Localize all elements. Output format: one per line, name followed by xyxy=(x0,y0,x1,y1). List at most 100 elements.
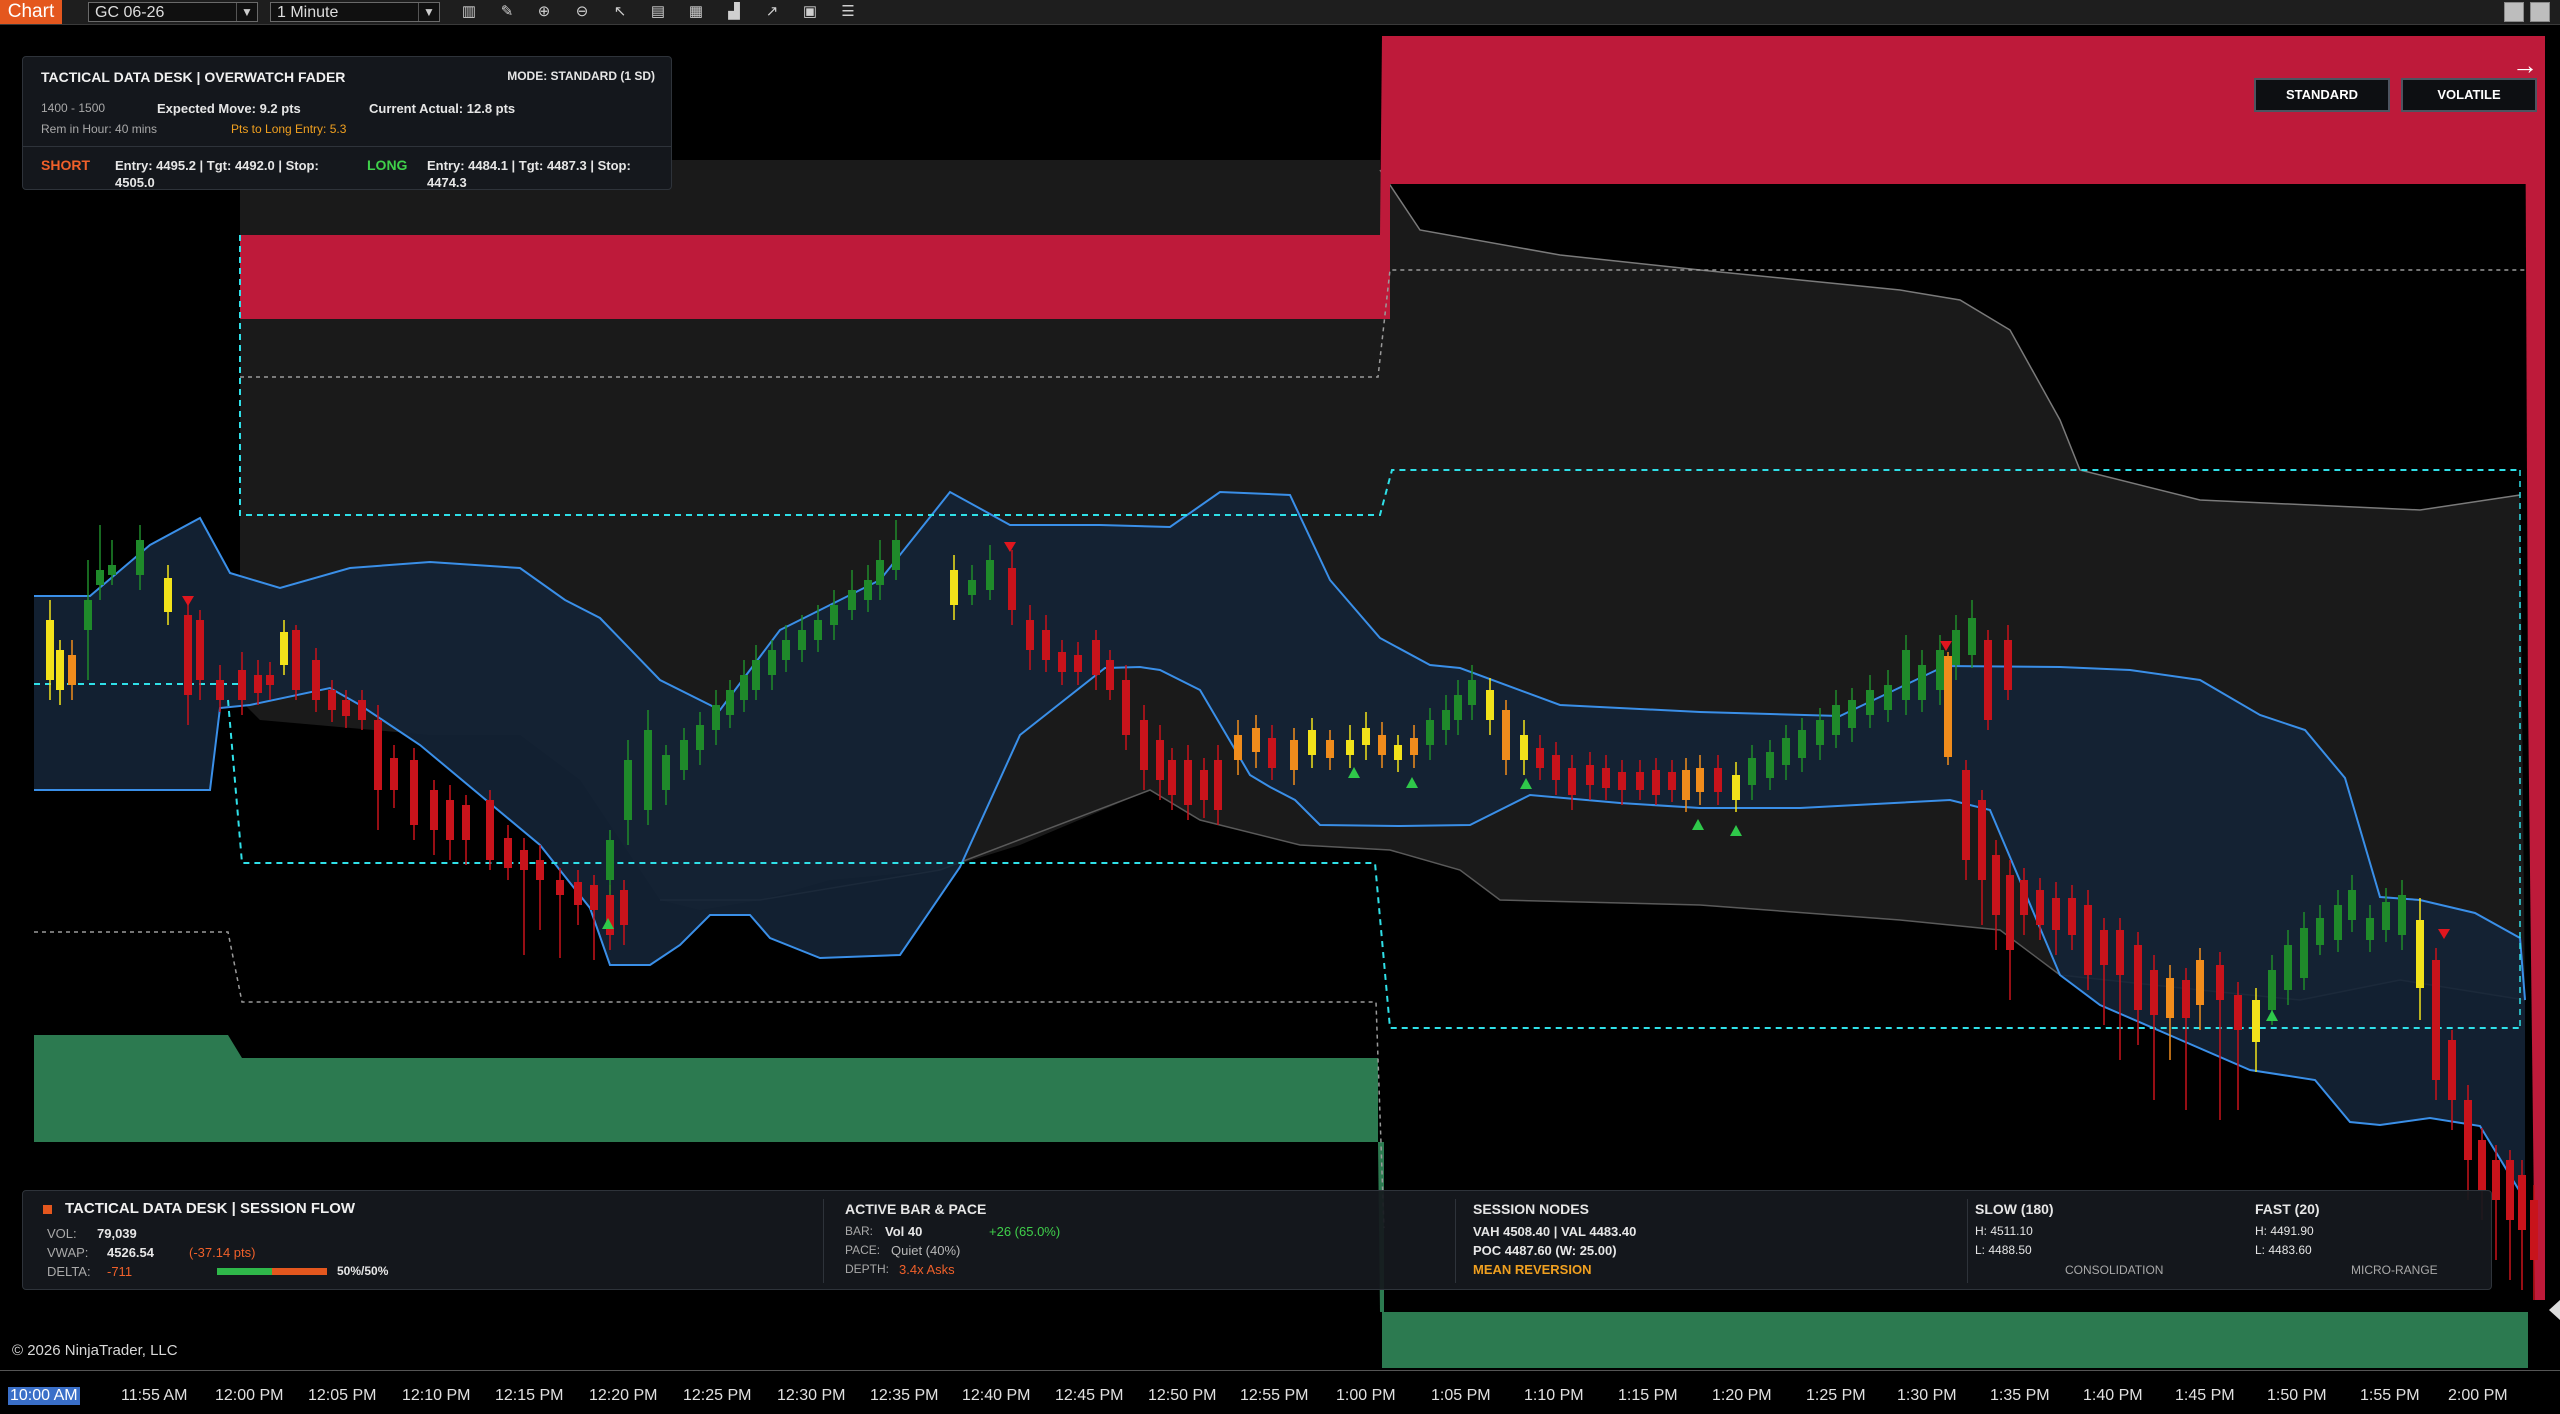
chevron-down-icon[interactable]: ▼ xyxy=(236,3,257,21)
candle-body xyxy=(1234,735,1242,760)
candle-body xyxy=(1426,720,1434,745)
candle-body xyxy=(2216,965,2224,1000)
candle-body xyxy=(1536,748,1544,768)
bar-style-icon[interactable]: ▥ xyxy=(458,2,480,22)
candle-body xyxy=(968,580,976,595)
candle-body xyxy=(84,600,92,630)
divider xyxy=(23,146,671,147)
candle-body xyxy=(1936,650,1944,690)
minimize-button[interactable] xyxy=(2504,2,2524,22)
session-flow-panel: TACTICAL DATA DESK | SESSION FLOW VOL: 7… xyxy=(22,1190,2492,1290)
candle-body xyxy=(1454,695,1462,720)
candle-body xyxy=(2506,1160,2514,1220)
current-actual: Current Actual: 12.8 pts xyxy=(369,101,516,116)
candle-body xyxy=(2334,905,2342,940)
templates-icon[interactable]: ▦ xyxy=(685,2,707,22)
candle-body xyxy=(1326,740,1334,758)
candle-body xyxy=(606,840,614,880)
candle-body xyxy=(1962,770,1970,860)
candle-body xyxy=(1816,720,1824,745)
candle-body xyxy=(430,790,438,830)
candle-body xyxy=(1714,768,1722,792)
candle-body xyxy=(2196,960,2204,1005)
candle-body xyxy=(590,885,598,910)
data-box-icon[interactable]: ▤ xyxy=(647,2,669,22)
x-tick-label: 1:40 PM xyxy=(2083,1387,2143,1404)
candle-body xyxy=(1902,650,1910,700)
delta-ratio: 50%/50% xyxy=(337,1264,389,1278)
candle-body xyxy=(136,540,144,575)
candle-body xyxy=(1618,772,1626,790)
slow-tag: CONSOLIDATION xyxy=(2065,1263,2164,1277)
strategies-icon[interactable]: ↗ xyxy=(761,2,783,22)
candle-body xyxy=(2492,1160,2500,1200)
interval-selector[interactable]: 1 Minute ▼ xyxy=(270,2,440,22)
fast-high: H: 4491.90 xyxy=(2255,1224,2314,1238)
candle-body xyxy=(1106,660,1114,690)
maximize-button[interactable] xyxy=(2530,2,2550,22)
lower-green-zone-left xyxy=(34,1035,1378,1142)
candle-body xyxy=(1952,630,1960,665)
zoom-in-icon[interactable]: ⊕ xyxy=(533,2,555,22)
x-tick-label: 12:25 PM xyxy=(683,1387,752,1404)
candle-body xyxy=(1410,738,1418,755)
x-tick-label: 12:50 PM xyxy=(1148,1387,1217,1404)
scale-handle-icon xyxy=(2549,1300,2560,1320)
candle-body xyxy=(2036,890,2044,925)
arrow-right-icon[interactable]: → xyxy=(2512,50,2538,81)
volatile-mode-button[interactable]: VOLATILE xyxy=(2401,78,2537,112)
candle-body xyxy=(662,755,670,790)
pointer-icon[interactable]: ↖ xyxy=(609,2,631,22)
fast-title: FAST (20) xyxy=(2255,1201,2320,1217)
long-stop: 4474.3 xyxy=(427,175,467,190)
candle-body xyxy=(238,670,246,700)
list-icon[interactable]: ☰ xyxy=(837,2,859,22)
x-tick-label: 2:00 PM xyxy=(2448,1387,2508,1404)
candle-body xyxy=(486,800,494,860)
candle-body xyxy=(2448,1040,2456,1100)
candle-body xyxy=(768,650,776,675)
zoom-out-icon[interactable]: ⊖ xyxy=(571,2,593,22)
candle-body xyxy=(1696,768,1704,792)
vwap-label: VWAP: xyxy=(47,1245,89,1260)
candle-body xyxy=(2116,930,2124,975)
candle-body xyxy=(1122,680,1130,735)
mode-label: MODE: STANDARD (1 SD) xyxy=(507,69,655,83)
short-levels: Entry: 4495.2 | Tgt: 4492.0 | Stop: xyxy=(115,158,319,173)
chart-tab[interactable]: Chart xyxy=(0,0,62,24)
candle-body xyxy=(1092,640,1100,675)
instrument-selector[interactable]: GC 06-26 ▼ xyxy=(88,2,258,22)
candle-body xyxy=(280,632,288,665)
candle-body xyxy=(1290,740,1298,770)
candle-body xyxy=(2268,970,2276,1010)
candle-body xyxy=(1268,738,1276,768)
candle-body xyxy=(574,882,582,905)
slow-low: L: 4488.50 xyxy=(1975,1243,2032,1257)
chevron-down-icon[interactable]: ▼ xyxy=(418,3,439,21)
candle-body xyxy=(1798,730,1806,758)
depth-value: 3.4x Asks xyxy=(899,1262,955,1277)
value-area-levels: VAH 4508.40 | VAL 4483.40 xyxy=(1473,1224,1637,1239)
divider xyxy=(1967,1199,1968,1283)
vwap-diff: (-37.14 pts) xyxy=(189,1245,256,1260)
candle-body xyxy=(876,560,884,585)
candle-body xyxy=(1468,680,1476,705)
candle-body xyxy=(1184,760,1192,805)
long-levels: Entry: 4484.1 | Tgt: 4487.3 | Stop: xyxy=(427,158,631,173)
x-tick-label: 12:15 PM xyxy=(495,1387,564,1404)
draw-icon[interactable]: ✎ xyxy=(496,2,518,22)
slow-title: SLOW (180) xyxy=(1975,1201,2054,1217)
candle-body xyxy=(624,760,632,820)
candle-body xyxy=(1008,568,1016,610)
indicators-icon[interactable]: ▟ xyxy=(723,2,745,22)
candle-body xyxy=(342,700,350,716)
standard-mode-button[interactable]: STANDARD xyxy=(2254,78,2390,112)
candle-body xyxy=(1200,770,1208,800)
x-tick-label: 12:05 PM xyxy=(308,1387,377,1404)
candle-body xyxy=(740,675,748,700)
rem-in-hour: Rem in Hour: 40 mins xyxy=(41,122,158,136)
price-chart[interactable] xyxy=(0,25,2560,1385)
properties-icon[interactable]: ▣ xyxy=(799,2,821,22)
divider xyxy=(823,1199,824,1283)
candle-body xyxy=(1944,656,1952,757)
